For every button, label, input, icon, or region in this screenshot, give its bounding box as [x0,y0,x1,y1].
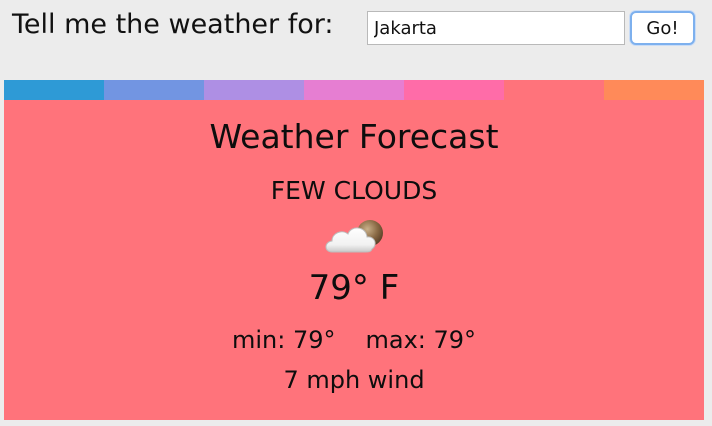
search-prompt-label: Tell me the weather for: [12,9,334,40]
color-stripe [604,80,704,100]
min-max-temperature: min: 79° max: 79° [4,326,704,354]
color-stripe [4,80,104,100]
wind-speed: 7 mph wind [283,366,425,394]
weather-condition: FEW CLOUDS [270,176,438,205]
color-stripe [204,80,304,100]
max-temperature: max: 79° [365,326,477,354]
temperature: 79° F [308,268,400,308]
color-stripe [304,80,404,100]
search-bar: Tell me the weather for: Go! [0,0,712,60]
color-stripe [404,80,504,100]
color-stripe-bar [4,80,704,100]
go-button[interactable]: Go! [630,11,695,45]
city-input[interactable] [367,11,625,45]
color-stripe [104,80,204,100]
forecast-title: Weather Forecast [209,117,499,156]
few-clouds-icon [322,216,388,258]
min-temperature: min: 79° [231,326,336,354]
color-stripe [504,80,604,100]
weather-forecast-card: Weather Forecast FEW CLOUDS 79° F min: 7… [4,100,704,420]
